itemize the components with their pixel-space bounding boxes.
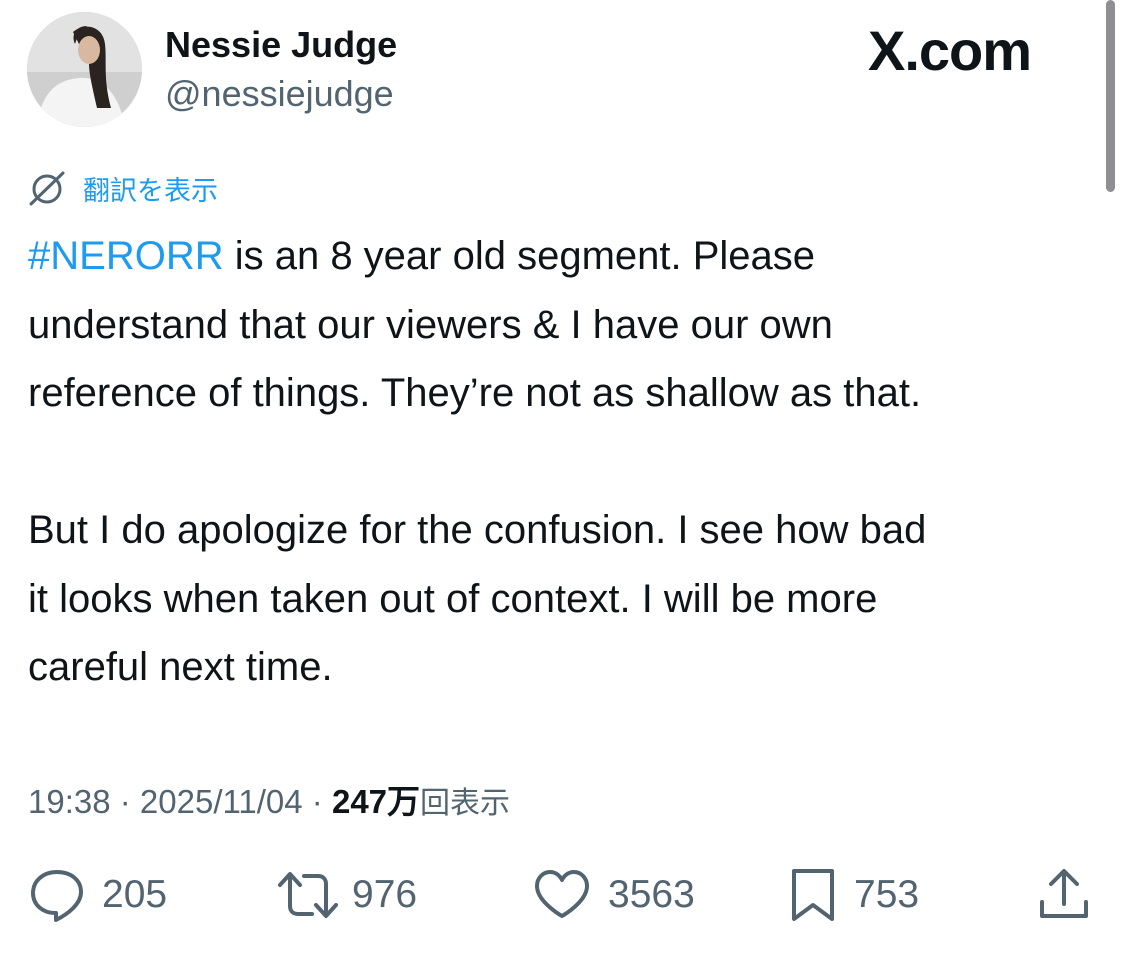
tweet-text-segment: is an 8 year old segment. Please [223,234,816,278]
share-icon [1036,866,1092,924]
avatar[interactable] [27,12,142,127]
reply-count: 205 [102,873,168,916]
bookmark-icon [788,866,838,924]
bookmark-button[interactable]: 753 [788,866,919,924]
bookmark-count: 753 [854,873,920,916]
tweet-text: #NERORR is an 8 year old segment. Please… [28,222,1103,702]
tweet-line: it looks when taken out of context. I wi… [28,576,878,621]
reply-button[interactable]: 205 [28,866,167,924]
heart-icon [532,866,592,924]
tweet-line: reference of things. They’re not as shal… [28,371,922,415]
tweet-line: careful next time. [28,645,333,689]
site-watermark: X.com [868,19,1032,82]
views-count[interactable]: 247万 [332,783,420,820]
globe-slash-icon [27,168,67,208]
repost-count: 976 [352,873,418,916]
reply-icon [28,866,86,924]
author-display-name[interactable]: Nessie Judge [165,24,397,66]
repost-button[interactable]: 976 [276,866,417,924]
meta-separator: · [302,783,332,820]
hashtag-link[interactable]: #NERORR [28,234,224,278]
tweet-meta: 19:38 · 2025/11/04 · 247万回表示 [28,775,510,823]
meta-separator: · [110,783,140,820]
scrollbar[interactable] [1106,0,1115,192]
tweet-line: #NERORR is an 8 year old segment. Please [28,222,1103,291]
views-label: 回表示 [420,786,511,821]
repost-icon [276,866,340,924]
like-count: 3563 [608,873,695,916]
tweet-time[interactable]: 19:38 [28,783,111,820]
author-handle[interactable]: @nessiejudge [165,73,394,115]
tweet-date[interactable]: 2025/11/04 [140,783,303,820]
like-button[interactable]: 3563 [532,866,695,924]
tweet-line: understand that our viewers & I have our… [28,302,833,347]
avatar-photo [27,12,142,127]
translate-label: 翻訳を表示 [83,175,218,207]
translate-post-link[interactable]: 翻訳を表示 [27,168,218,208]
share-button[interactable] [1036,866,1092,924]
tweet-line: But I do apologize for the confusion. I … [28,508,927,552]
